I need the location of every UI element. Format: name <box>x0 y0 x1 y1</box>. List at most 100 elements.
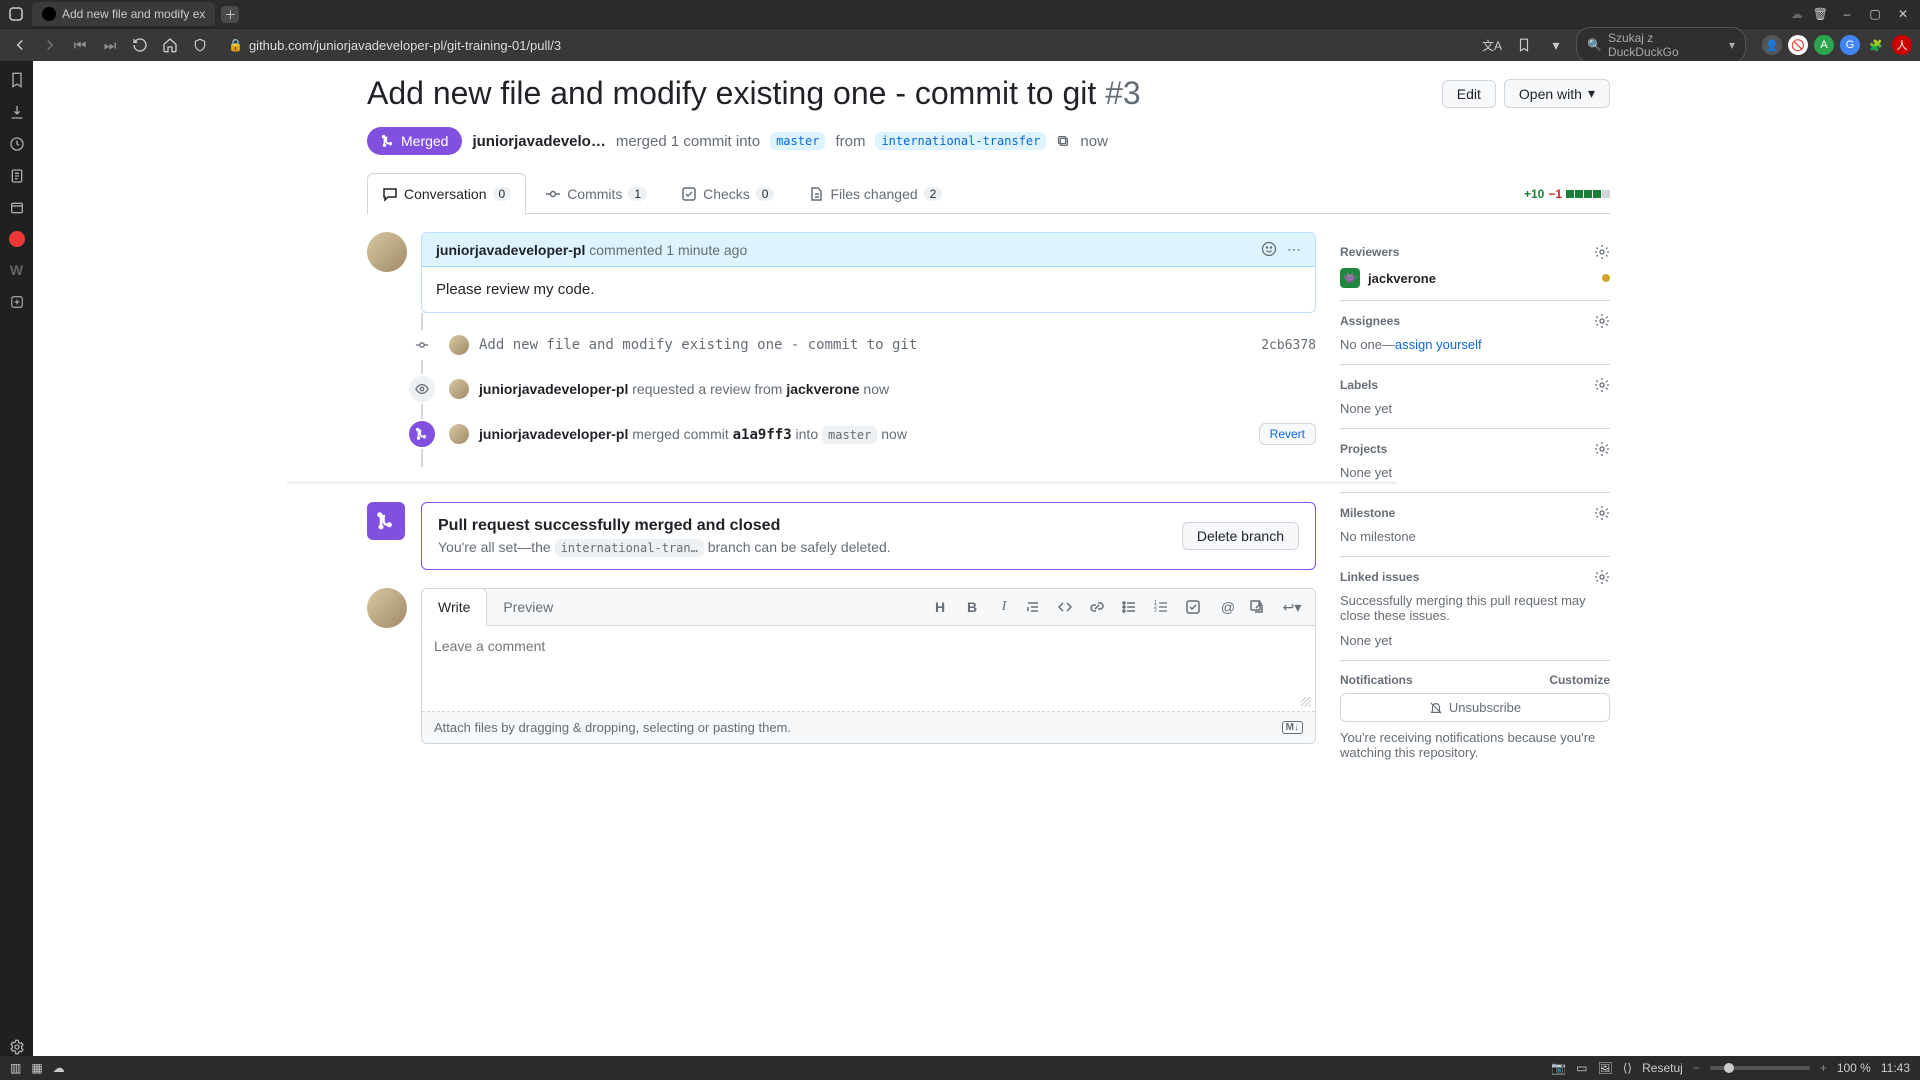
ext-a-icon[interactable]: A <box>1814 35 1834 55</box>
mention-icon[interactable]: @ <box>1217 599 1239 616</box>
ol-icon[interactable]: 123 <box>1153 599 1175 616</box>
zoom-slider[interactable] <box>1710 1066 1810 1070</box>
commit-message[interactable]: Add new file and modify existing one - c… <box>479 337 917 353</box>
reply-icon[interactable]: ↩▾ <box>1281 599 1303 616</box>
app-menu-icon[interactable] <box>8 6 26 22</box>
commit-sha[interactable]: 2cb6378 <box>1261 338 1316 353</box>
window-close[interactable]: ✕ <box>1894 7 1912 21</box>
cloud-icon[interactable]: ☁ <box>1791 7 1803 21</box>
ext-noscript-icon[interactable]: 🚫 <box>1788 35 1808 55</box>
ext-puzzle-icon[interactable]: 🧩 <box>1866 35 1886 55</box>
gear-icon[interactable] <box>1594 569 1610 585</box>
new-tab-button[interactable]: ＋ <box>221 6 239 23</box>
images-icon[interactable]: 🖼 <box>1598 1061 1613 1075</box>
window-minimize[interactable]: – <box>1838 7 1856 21</box>
browser-tab[interactable]: Add new file and modify ex <box>32 2 215 26</box>
tasklist-icon[interactable] <box>1185 599 1207 616</box>
edit-button[interactable]: Edit <box>1442 80 1496 108</box>
tab-checks[interactable]: Checks 0 <box>666 173 789 214</box>
pip-icon[interactable]: ▭ <box>1576 1061 1587 1075</box>
gear-icon[interactable] <box>1594 244 1610 260</box>
comment-author[interactable]: juniorjavadeveloper-pl <box>436 242 585 258</box>
revert-button[interactable]: Revert <box>1259 423 1316 445</box>
copy-branch-icon[interactable] <box>1056 134 1070 148</box>
devtools-icon[interactable]: ⟨⟩ <box>1623 1061 1632 1075</box>
reviewer-avatar[interactable]: 👾 <box>1340 268 1360 288</box>
search-provider-field[interactable]: 🔍 Szukaj z DuckDuckGo ▾ <box>1576 27 1746 63</box>
avatar[interactable] <box>367 588 407 628</box>
reset-zoom[interactable]: Resetuj <box>1642 1061 1683 1075</box>
ext-translate-icon[interactable]: G <box>1840 35 1860 55</box>
tab-files[interactable]: Files changed 2 <box>793 173 957 214</box>
gear-icon[interactable] <box>1594 313 1610 329</box>
nav-forward[interactable] <box>38 33 62 57</box>
open-with-button[interactable]: Open with ▾ <box>1504 79 1610 108</box>
merge-into-branch[interactable]: master <box>822 426 877 444</box>
nav-reload[interactable] <box>128 33 152 57</box>
tab-commits[interactable]: Commits 1 <box>530 173 662 214</box>
settings-panel-icon[interactable] <box>8 1038 26 1056</box>
base-branch-chip[interactable]: master <box>770 132 825 150</box>
url-field[interactable]: 🔒 github.com/juniorjavadeveloper-pl/git-… <box>218 34 571 57</box>
comment-textarea[interactable] <box>422 626 1315 708</box>
avatar[interactable] <box>449 379 469 399</box>
avatar[interactable] <box>449 424 469 444</box>
screenshot-icon[interactable]: 📷 <box>1551 1061 1566 1075</box>
emoji-icon[interactable] <box>1261 241 1277 258</box>
nav-back[interactable] <box>8 33 32 57</box>
window-maximize[interactable]: ▢ <box>1866 7 1884 21</box>
shield-icon[interactable] <box>188 33 212 57</box>
gear-icon[interactable] <box>1594 505 1610 521</box>
resize-handle[interactable] <box>1301 697 1311 707</box>
link-icon[interactable] <box>1089 599 1111 616</box>
window-panel-icon[interactable] <box>8 199 26 217</box>
attach-hint[interactable]: Attach files by dragging & dropping, sel… <box>434 720 791 735</box>
bold-icon[interactable]: B <box>961 599 983 616</box>
history-panel-icon[interactable] <box>8 135 26 153</box>
unsubscribe-button[interactable]: Unsubscribe <box>1340 693 1610 722</box>
merge-sha[interactable]: a1a9ff3 <box>733 427 792 443</box>
sync-icon[interactable]: ☁ <box>53 1061 65 1075</box>
markdown-icon[interactable]: M↓ <box>1282 721 1303 734</box>
merge-actor[interactable]: juniorjavadeveloper-pl <box>479 426 628 442</box>
nav-rewind[interactable]: ⏮ <box>68 33 92 57</box>
trash-icon[interactable]: 🗑 <box>1813 7 1828 21</box>
code-icon[interactable] <box>1057 599 1079 616</box>
notes-panel-icon[interactable] <box>8 167 26 185</box>
compose-write-tab[interactable]: Write <box>421 588 487 626</box>
review-request-target[interactable]: jackverone <box>786 381 859 397</box>
ext-pdf-icon[interactable]: 人 <box>1892 35 1912 55</box>
assign-yourself-link[interactable]: assign yourself <box>1395 337 1482 352</box>
translate-icon[interactable]: 文A <box>1480 33 1504 57</box>
tab-conversation[interactable]: Conversation 0 <box>367 173 526 214</box>
italic-icon[interactable]: I <box>993 599 1015 616</box>
customize-link[interactable]: Customize <box>1549 673 1610 687</box>
tiling-icon[interactable]: ▦ <box>31 1061 42 1075</box>
merged-by-user[interactable]: juniorjavadevelo… <box>472 133 605 150</box>
avatar[interactable] <box>449 335 469 355</box>
quote-icon[interactable] <box>1025 599 1047 616</box>
nav-home[interactable] <box>158 33 182 57</box>
bookmark-icon[interactable] <box>1512 33 1536 57</box>
add-panel-icon[interactable] <box>8 293 26 311</box>
downloads-panel-icon[interactable] <box>8 103 26 121</box>
delete-branch-button[interactable]: Delete branch <box>1182 522 1299 550</box>
chevron-down-icon[interactable]: ▾ <box>1729 38 1735 52</box>
chevron-down-icon[interactable]: ▾ <box>1544 33 1568 57</box>
ul-icon[interactable] <box>1121 599 1143 616</box>
compose-preview-tab[interactable]: Preview <box>487 589 570 625</box>
heading-icon[interactable]: H <box>929 599 951 616</box>
wiki-panel-icon[interactable]: W <box>8 261 26 279</box>
bookmarks-panel-icon[interactable] <box>8 71 26 89</box>
vivaldi-panel-icon[interactable] <box>9 231 25 247</box>
review-request-actor[interactable]: juniorjavadeveloper-pl <box>479 381 628 397</box>
profile-avatar-icon[interactable]: 👤 <box>1762 35 1782 55</box>
gear-icon[interactable] <box>1594 377 1610 393</box>
gear-icon[interactable] <box>1594 441 1610 457</box>
avatar[interactable] <box>367 232 407 272</box>
kebab-icon[interactable]: ⋯ <box>1287 241 1301 258</box>
head-branch-chip[interactable]: international-transfer <box>875 132 1046 150</box>
reviewer-name[interactable]: jackverone <box>1368 271 1436 286</box>
crossref-icon[interactable] <box>1249 599 1271 616</box>
panel-toggle-icon[interactable]: ▥ <box>10 1061 21 1075</box>
